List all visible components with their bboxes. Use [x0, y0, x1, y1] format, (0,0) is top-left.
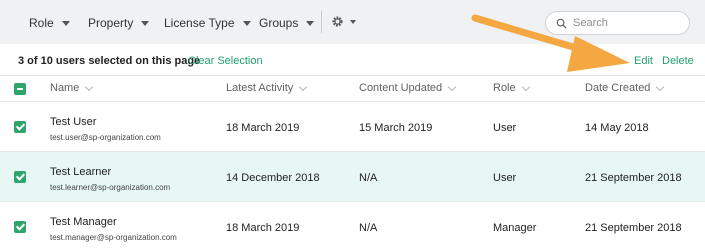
sort-chevron-icon — [521, 82, 530, 91]
edit-button[interactable]: Edit — [634, 55, 653, 67]
column-header-label: Date Created — [585, 82, 651, 94]
license-type-filter-label: License Type — [164, 16, 235, 30]
filter-bar: Role Property License Type Groups — [0, 0, 705, 44]
column-header-latest-activity[interactable]: Latest Activity — [226, 82, 308, 94]
user-email: test.manager@sp-organization.com — [50, 233, 177, 242]
selection-bar: 3 of 10 users selected on this page Clea… — [0, 44, 705, 76]
role-cell: User — [493, 172, 517, 184]
date-created-cell: 21 September 2018 — [585, 172, 682, 184]
column-header-label: Role — [493, 82, 516, 94]
sort-chevron-icon — [299, 82, 308, 91]
row-checkbox[interactable] — [14, 171, 26, 183]
sort-chevron-icon — [656, 82, 665, 91]
column-header-label: Content Updated — [359, 82, 443, 94]
gear-icon — [332, 16, 343, 27]
search-box[interactable] — [545, 11, 690, 35]
column-header-content-updated[interactable]: Content Updated — [359, 82, 457, 94]
latest-activity-cell: 18 March 2019 — [226, 122, 300, 134]
table-row[interactable]: Test Learner test.learner@sp-organizatio… — [0, 152, 705, 202]
content-updated-cell: N/A — [359, 222, 378, 234]
selection-count: 3 of 10 users selected on this page — [18, 55, 201, 67]
caret-down-icon — [61, 20, 70, 26]
role-filter-label: Role — [29, 16, 54, 30]
search-input[interactable] — [573, 17, 683, 29]
settings-dropdown[interactable] — [331, 15, 356, 28]
caret-down-icon — [242, 20, 251, 26]
clear-selection-link[interactable]: Clear Selection — [188, 55, 263, 67]
content-updated-cell: 15 March 2019 — [359, 122, 433, 134]
column-header-role[interactable]: Role — [493, 82, 530, 94]
user-email: test.learner@sp-organization.com — [50, 183, 171, 192]
role-cell: User — [493, 122, 517, 134]
latest-activity-cell: 18 March 2019 — [226, 222, 300, 234]
sort-chevron-icon — [85, 82, 94, 91]
table-row[interactable]: Test Manager test.manager@sp-organizatio… — [0, 202, 705, 251]
caret-down-icon — [306, 20, 315, 26]
table-row[interactable]: Test User test.user@sp-organization.com … — [0, 102, 705, 152]
content-updated-cell: N/A — [359, 172, 378, 184]
column-header-label: Name — [50, 82, 80, 94]
column-header-date-created[interactable]: Date Created — [585, 82, 665, 94]
role-filter-dropdown[interactable]: Role — [29, 16, 70, 30]
caret-down-icon — [141, 20, 150, 26]
property-filter-label: Property — [88, 16, 134, 30]
caret-down-icon — [350, 19, 356, 24]
role-cell: Manager — [493, 222, 537, 234]
select-all-checkbox[interactable] — [14, 83, 26, 95]
property-filter-dropdown[interactable]: Property — [88, 16, 150, 30]
column-header-label: Latest Activity — [226, 82, 294, 94]
groups-filter-dropdown[interactable]: Groups — [259, 16, 315, 30]
row-checkbox[interactable] — [14, 221, 26, 233]
license-type-filter-dropdown[interactable]: License Type — [164, 16, 251, 30]
date-created-cell: 14 May 2018 — [585, 122, 649, 134]
row-checkbox[interactable] — [14, 121, 26, 133]
latest-activity-cell: 14 December 2018 — [226, 172, 320, 184]
user-name: Test User — [50, 116, 97, 128]
search-icon — [556, 18, 567, 29]
user-name: Test Manager — [50, 216, 117, 228]
groups-filter-label: Groups — [259, 16, 299, 30]
date-created-cell: 21 September 2018 — [585, 222, 682, 234]
user-name: Test Learner — [50, 166, 112, 178]
filter-divider — [321, 11, 322, 33]
sort-chevron-icon — [447, 82, 457, 91]
delete-button[interactable]: Delete — [662, 55, 694, 67]
user-email: test.user@sp-organization.com — [50, 133, 161, 142]
column-header-name[interactable]: Name — [50, 82, 94, 94]
table-header: Name Latest Activity Content Updated Rol… — [0, 76, 705, 102]
